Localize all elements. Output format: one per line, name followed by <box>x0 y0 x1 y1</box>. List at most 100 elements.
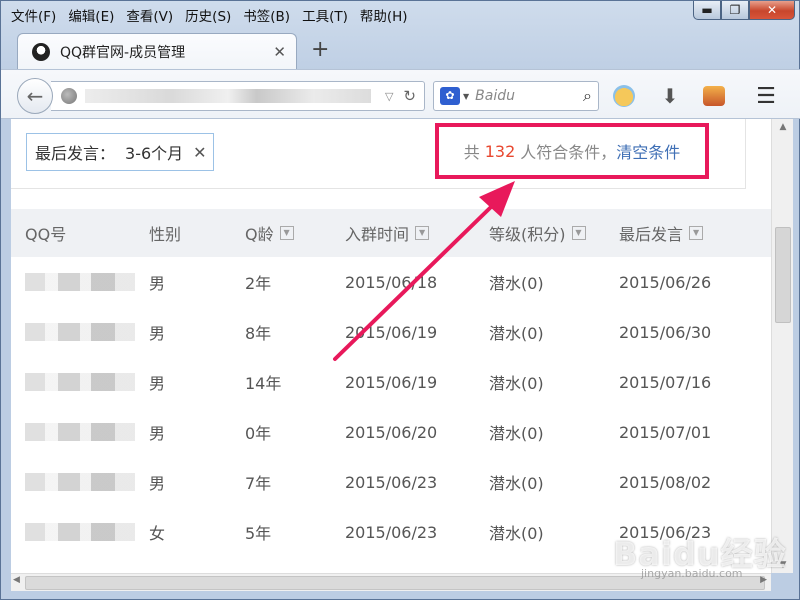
menu-view[interactable]: 查看(V) <box>126 5 173 25</box>
cell-last-speak: 2015/08/02 <box>619 472 712 492</box>
window-controls: ▬ ❐ ✕ <box>693 1 795 20</box>
cell-join-time: 2015/06/23 <box>345 522 438 542</box>
sort-dropdown-icon[interactable]: ▼ <box>689 226 704 240</box>
cell-last-speak: 2015/06/26 <box>619 272 712 292</box>
download-arrow-icon[interactable]: ⬇ <box>657 84 683 108</box>
cell-last-speak: 2015/06/30 <box>619 322 712 342</box>
table-row[interactable]: 男 0年 2015/06/20 潜水(0) 2015/07/01 <box>11 407 771 457</box>
tab-strip: QQ群官网-成员管理 ✕ + <box>1 29 800 70</box>
qq-number-blurred <box>25 407 135 457</box>
cell-join-time: 2015/06/19 <box>345 322 438 342</box>
cell-gender: 男 <box>149 274 166 293</box>
tab-title: QQ群官网-成员管理 <box>60 45 186 61</box>
result-suffix: 人符合条件， <box>520 143 617 162</box>
cell-join-time: 2015/06/23 <box>345 472 438 492</box>
menu-help[interactable]: 帮助(H) <box>360 5 408 25</box>
scroll-right-icon[interactable]: ▶ <box>760 575 767 585</box>
filter-value: 3-6个月 <box>125 144 184 163</box>
back-arrow-icon[interactable]: ← <box>17 78 53 114</box>
scroll-thumb[interactable] <box>775 227 791 323</box>
cell-qage: 8年 <box>245 324 272 343</box>
menu-history[interactable]: 历史(S) <box>185 5 231 25</box>
cell-level: 潜水(0) <box>489 524 544 543</box>
hamburger-icon[interactable]: ☰ <box>753 84 779 109</box>
magnifier-icon[interactable]: ⌕ <box>583 86 592 106</box>
table-row[interactable]: 男 14年 2015/06/19 潜水(0) 2015/07/16 <box>11 357 771 407</box>
cell-gender: 男 <box>149 424 166 443</box>
tab-close-icon[interactable]: ✕ <box>273 43 286 61</box>
sort-dropdown-icon[interactable]: ▼ <box>571 226 586 240</box>
menu-bar: 文件(F) 编辑(E) 查看(V) 历史(S) 书签(B) 工具(T) 帮助(H… <box>1 1 800 29</box>
close-window-button[interactable]: ✕ <box>749 1 795 20</box>
qq-number-blurred <box>25 457 135 507</box>
qq-penguin-icon <box>32 43 50 61</box>
cell-qage: 7年 <box>245 474 272 493</box>
maximize-button[interactable]: ❐ <box>721 1 749 20</box>
url-bar[interactable]: ▽ ↻ <box>51 81 425 111</box>
remove-filter-icon[interactable]: ✕ <box>193 143 206 162</box>
table-row[interactable]: 男 2年 2015/06/18 潜水(0) 2015/06/26 <box>11 257 771 307</box>
tab-member-management[interactable]: QQ群官网-成员管理 ✕ <box>17 33 297 70</box>
browser-window: 文件(F) 编辑(E) 查看(V) 历史(S) 书签(B) 工具(T) 帮助(H… <box>0 0 800 600</box>
page-content: 最后发言： 3-6个月 ✕ 共 132 人符合条件， 清空条件 QQ号 性别 Q… <box>11 119 771 573</box>
result-prefix: 共 <box>463 143 480 162</box>
scroll-left-icon[interactable]: ◀ <box>13 575 20 585</box>
cell-qage: 14年 <box>245 374 282 393</box>
cell-gender: 男 <box>149 474 166 493</box>
qq-number-blurred <box>25 307 135 357</box>
cell-level: 潜水(0) <box>489 374 544 393</box>
result-count-highlight: 共 132 人符合条件， 清空条件 <box>435 123 709 179</box>
menu-edit[interactable]: 编辑(E) <box>68 5 114 25</box>
qq-number-blurred <box>25 507 135 557</box>
avatar-icon[interactable] <box>611 84 637 108</box>
filter-panel: 最后发言： 3-6个月 ✕ 共 132 人符合条件， 清空条件 <box>11 119 746 189</box>
url-dropdown-icon[interactable]: ▽ <box>385 90 393 103</box>
search-engine-dropdown-icon[interactable]: ▼ <box>463 92 469 101</box>
vertical-scrollbar[interactable]: ▲ ▼ <box>771 119 793 573</box>
menu-bookmarks[interactable]: 书签(B) <box>243 5 290 25</box>
cell-last-speak: 2015/07/01 <box>619 422 712 442</box>
sort-dropdown-icon[interactable]: ▼ <box>279 226 294 240</box>
globe-icon <box>61 88 77 104</box>
cell-qage: 5年 <box>245 524 272 543</box>
new-tab-button[interactable]: + <box>311 37 329 62</box>
reload-icon[interactable]: ↻ <box>403 87 416 105</box>
cell-gender: 女 <box>149 524 166 543</box>
header-level[interactable]: 等级(积分) ▼ <box>489 209 586 257</box>
cell-join-time: 2015/06/20 <box>345 422 438 442</box>
addon-icon[interactable] <box>701 84 727 108</box>
sort-dropdown-icon[interactable]: ▼ <box>415 226 430 240</box>
cell-level: 潜水(0) <box>489 274 544 293</box>
cell-join-time: 2015/06/19 <box>345 372 438 392</box>
cell-join-time: 2015/06/18 <box>345 272 438 292</box>
table-header: QQ号 性别 Q龄 ▼ 入群时间 ▼ 等级(积分) ▼ 最后发言 ▼ <box>11 209 771 257</box>
baidu-paw-icon[interactable]: ✿ <box>440 87 460 105</box>
header-join-time[interactable]: 入群时间 ▼ <box>345 209 430 257</box>
clear-conditions-link[interactable]: 清空条件 <box>616 139 680 163</box>
menu-file[interactable]: 文件(F) <box>11 5 56 25</box>
url-text-blurred <box>85 89 371 103</box>
cell-level: 潜水(0) <box>489 324 544 343</box>
cell-qage: 2年 <box>245 274 272 293</box>
filter-chip[interactable]: 最后发言： 3-6个月 ✕ <box>26 133 214 171</box>
scroll-up-icon[interactable]: ▲ <box>772 119 794 135</box>
search-bar[interactable]: ✿ ▼ Baidu ⌕ <box>433 81 599 111</box>
cell-qage: 0年 <box>245 424 272 443</box>
filter-label: 最后发言： <box>35 144 116 163</box>
header-last-speak[interactable]: 最后发言 ▼ <box>619 209 704 257</box>
qq-number-blurred <box>25 257 135 307</box>
minimize-button[interactable]: ▬ <box>693 1 721 20</box>
qq-number-blurred <box>25 357 135 407</box>
menu-tools[interactable]: 工具(T) <box>302 5 348 25</box>
cell-gender: 男 <box>149 324 166 343</box>
watermark-url: jingyan.baidu.com <box>641 567 743 580</box>
cell-level: 潜水(0) <box>489 424 544 443</box>
search-input[interactable]: Baidu <box>475 88 583 104</box>
table-row[interactable]: 男 8年 2015/06/19 潜水(0) 2015/06/30 <box>11 307 771 357</box>
header-qq: QQ号 <box>25 225 67 244</box>
table-row[interactable]: 男 7年 2015/06/23 潜水(0) 2015/08/02 <box>11 457 771 507</box>
header-qage[interactable]: Q龄 ▼ <box>245 209 294 257</box>
result-count: 132 <box>484 141 516 161</box>
header-gender: 性别 <box>149 225 182 244</box>
navigation-bar: ▽ ↻ ← ✿ ▼ Baidu ⌕ ⬇ ☰ <box>1 69 800 119</box>
